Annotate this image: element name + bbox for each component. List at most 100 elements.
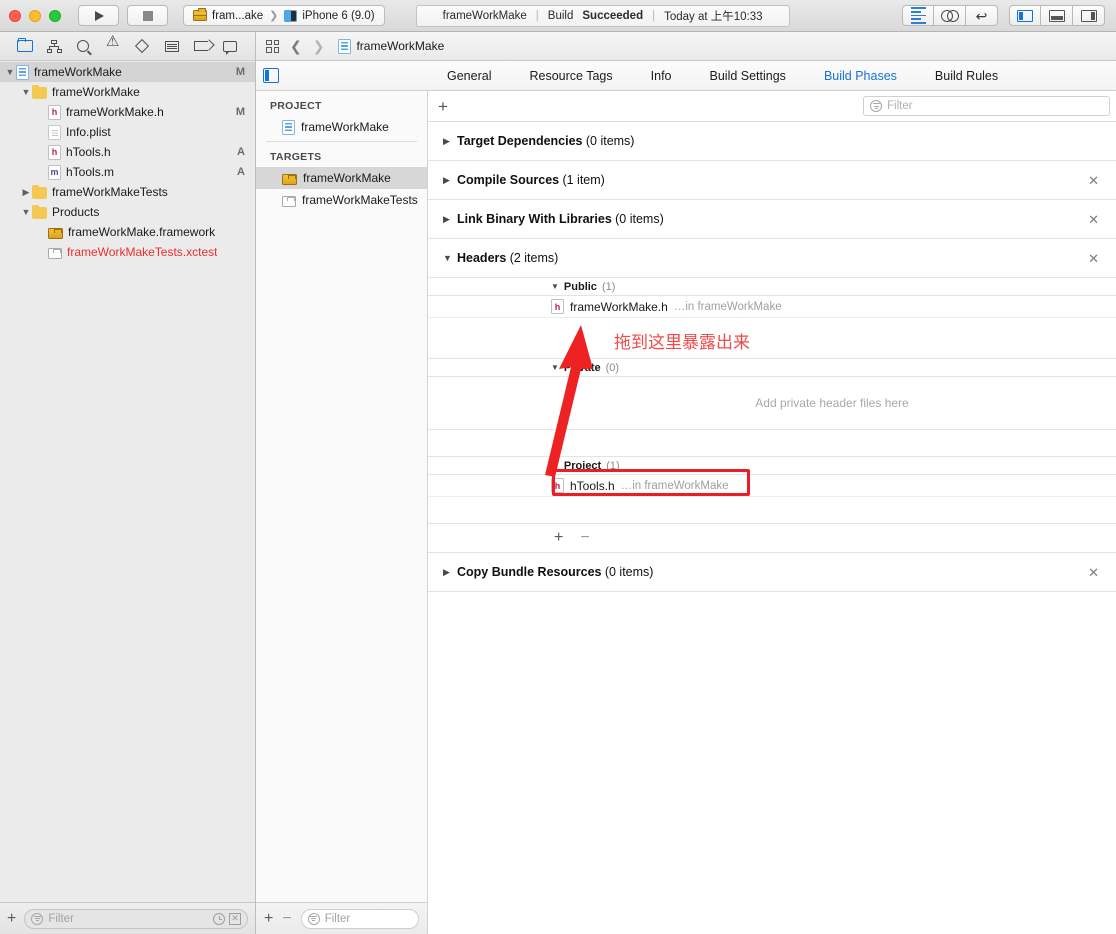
test-navigator-button[interactable] <box>134 38 151 54</box>
tab-build-rules[interactable]: Build Rules <box>916 69 1017 83</box>
public-group-spacer <box>428 318 1116 359</box>
add-build-phase-button[interactable]: + <box>438 98 448 115</box>
project-list-item[interactable]: frameWorkMake <box>256 167 427 189</box>
assistant-editor-button[interactable] <box>934 5 966 26</box>
project-items[interactable]: frameWorkMake <box>256 116 427 138</box>
remove-phase-icon[interactable]: ✕ <box>1088 213 1099 226</box>
stop-button[interactable] <box>127 5 168 26</box>
related-items-icon[interactable] <box>266 39 279 53</box>
disclosure-triangle-icon[interactable]: ▶ <box>443 567 457 578</box>
recent-files-icon[interactable] <box>213 912 225 925</box>
zoom-window-button[interactable] <box>49 9 61 22</box>
toggle-debug-button[interactable] <box>1041 5 1073 26</box>
add-target-button[interactable]: + <box>264 910 273 927</box>
toggle-utilities-button[interactable] <box>1073 5 1105 26</box>
navigator-row[interactable]: ▶ frameWorkMakeTests <box>0 182 255 202</box>
forward-button[interactable]: ❯ <box>313 39 325 53</box>
disclosure-triangle-icon[interactable]: ▶ <box>443 175 457 186</box>
project-list-item[interactable]: frameWorkMakeTests <box>256 189 427 211</box>
standard-editor-button[interactable] <box>902 5 934 26</box>
debug-navigator-button[interactable] <box>163 39 180 54</box>
phase-headers[interactable]: ▼ Headers (2 items) ✕ <box>428 239 1116 278</box>
phase-copy-bundle-resources[interactable]: ▶ Copy Bundle Resources (0 items) ✕ <box>428 553 1116 592</box>
issue-navigator-button[interactable] <box>104 32 121 54</box>
headers-group-project[interactable]: ▼ Project (1) <box>428 457 1116 475</box>
build-phases-filter-field[interactable]: Filter <box>863 96 1110 116</box>
chevron-right-icon: ❯ <box>269 10 279 22</box>
navigator-filter-field[interactable]: Filter ✕ <box>24 908 248 929</box>
disclosure-triangle-icon[interactable]: ▶ <box>443 136 457 147</box>
headers-group-public[interactable]: ▼ Public (1) <box>428 278 1116 296</box>
navigator-row[interactable]: h frameWorkMake.h M <box>0 102 255 122</box>
version-editor-button[interactable]: ↩ <box>966 5 998 26</box>
phase-compile-sources[interactable]: ▶ Compile Sources (1 item) ✕ <box>428 161 1116 200</box>
remove-target-button[interactable]: − <box>282 910 291 927</box>
breakpoint-navigator-button[interactable] <box>192 39 209 54</box>
find-navigator-button[interactable] <box>75 39 92 54</box>
project-editor-tabs[interactable]: General Resource Tags Info Build Settings Bu… <box>428 69 1017 83</box>
xctest-icon <box>282 196 296 207</box>
run-button[interactable] <box>78 5 119 26</box>
breadcrumb[interactable]: frameWorkMake <box>338 38 444 54</box>
disclosure-triangle-icon[interactable]: ▼ <box>20 87 32 97</box>
headers-phase-body: ▼ Public (1) h frameWorkMake.h …in frame… <box>428 278 1116 553</box>
assistant-editor-icon <box>940 9 959 22</box>
filter-trailing-icons: ✕ <box>213 912 241 925</box>
close-window-button[interactable] <box>9 9 21 22</box>
add-file-button[interactable]: + <box>7 910 16 927</box>
targets-filter-placeholder: Filter <box>324 912 351 925</box>
symbol-navigator-button[interactable] <box>46 39 63 54</box>
remove-phase-icon[interactable]: ✕ <box>1088 174 1099 187</box>
header-file-row-public[interactable]: h frameWorkMake.h …in frameWorkMake <box>428 296 1116 318</box>
minimize-window-button[interactable] <box>29 9 41 22</box>
headers-group-private[interactable]: ▼ Private (0) <box>428 359 1116 377</box>
toggle-project-list-icon[interactable] <box>263 68 279 83</box>
navigator-row[interactable]: frameWorkMake.framework <box>0 222 255 242</box>
navigator-row[interactable]: ▼ frameWorkMake <box>0 82 255 102</box>
project-navigator-tree[interactable]: ▼ frameWorkMake M ▼ frameWorkMake h frameWorkM… <box>0 61 255 902</box>
back-button[interactable]: ❮ <box>290 39 302 53</box>
tab-resource-tags[interactable]: Resource Tags <box>510 69 631 83</box>
status-build-time: Today at 上午10:33 <box>664 10 763 23</box>
view-toggle-segmented-control <box>1009 5 1105 26</box>
phase-link-binary[interactable]: ▶ Link Binary With Libraries (0 items) ✕ <box>428 200 1116 239</box>
navigator-row[interactable]: Info.plist <box>0 122 255 142</box>
targets-filter-field[interactable]: Filter <box>300 908 419 929</box>
project-group-spacer <box>428 497 1116 524</box>
remove-header-button[interactable]: − <box>580 530 589 546</box>
private-group-spacer <box>428 430 1116 457</box>
navigator-row[interactable]: m hTools.m A <box>0 162 255 182</box>
navigator-panel-icon <box>1017 9 1033 22</box>
phase-target-dependencies[interactable]: ▶ Target Dependencies (0 items) <box>428 122 1116 161</box>
report-navigator-button[interactable] <box>222 39 239 55</box>
disclosure-triangle-icon[interactable]: ▼ <box>443 253 457 263</box>
tab-build-phases[interactable]: Build Phases <box>805 69 916 83</box>
toggle-navigator-button[interactable] <box>1009 5 1041 26</box>
tab-info[interactable]: Info <box>632 69 691 83</box>
disclosure-triangle-icon[interactable]: ▼ <box>4 67 16 77</box>
disclosure-triangle-icon[interactable]: ▼ <box>20 207 32 217</box>
navigator-row[interactable]: frameWorkMakeTests.xctest <box>0 242 255 262</box>
navigator-row[interactable]: ▼ Products <box>0 202 255 222</box>
target-items[interactable]: frameWorkMake frameWorkMakeTests <box>256 167 427 211</box>
add-header-button[interactable]: + <box>554 530 563 546</box>
navigator-row[interactable]: h hTools.h A <box>0 142 255 162</box>
scheme-selector[interactable]: fram...ake ❯ iPhone 6 (9.0) <box>183 5 385 26</box>
highlight-box <box>552 469 750 496</box>
tab-general[interactable]: General <box>428 69 510 83</box>
project-list-item[interactable]: frameWorkMake <box>256 116 427 138</box>
disclosure-triangle-icon[interactable]: ▼ <box>551 363 559 372</box>
play-icon <box>95 10 104 21</box>
remove-phase-icon[interactable]: ✕ <box>1088 566 1099 579</box>
remove-phase-icon[interactable]: ✕ <box>1088 252 1099 265</box>
disclosure-triangle-icon[interactable]: ▼ <box>551 282 559 291</box>
tab-build-settings[interactable]: Build Settings <box>691 69 805 83</box>
project-navigator-button[interactable] <box>16 37 33 54</box>
folder-icon <box>32 84 47 99</box>
disclosure-triangle-icon[interactable]: ▶ <box>20 187 32 198</box>
disclosure-triangle-icon[interactable]: ▶ <box>443 214 457 225</box>
private-empty-dropzone[interactable]: Add private header files here <box>428 377 1116 430</box>
source-control-filter-icon[interactable]: ✕ <box>229 912 241 925</box>
header-file-row-project[interactable]: h hTools.h …in frameWorkMake <box>428 475 1116 497</box>
navigator-row[interactable]: ▼ frameWorkMake M <box>0 62 255 82</box>
